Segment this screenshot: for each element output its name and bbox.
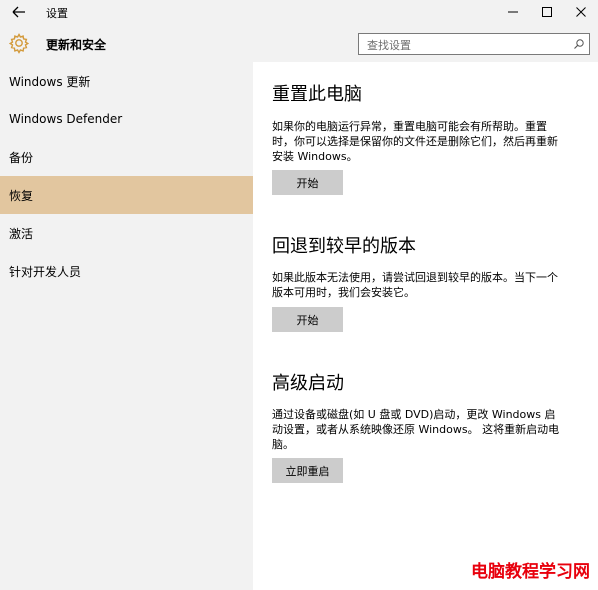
description-line: 脑。: [272, 438, 294, 451]
description-line: 通过设备或磁盘(如 U 盘或 DVD)启动，更改 Windows 启: [272, 408, 556, 421]
advanced-startup-heading: 高级启动: [272, 373, 344, 394]
back-arrow-icon: [12, 6, 25, 18]
restart-now-button[interactable]: 立即重启: [272, 458, 343, 483]
go-back-heading: 回退到较早的版本: [272, 236, 416, 257]
minimize-button[interactable]: [496, 0, 530, 24]
back-button[interactable]: [10, 3, 28, 21]
sidebar-item-label: 针对开发人员: [9, 264, 82, 279]
sidebar-item-label: 恢复: [9, 188, 34, 203]
main-content: 重置此电脑 如果你的电脑运行异常，重置电脑可能会有所帮助。重置 时，你可以选择是…: [253, 62, 598, 590]
sidebar-item-backup[interactable]: 备份: [0, 138, 253, 176]
sidebar-item-activation[interactable]: 激活: [0, 214, 253, 252]
search-input[interactable]: [359, 35, 559, 56]
sidebar-item-windows-update[interactable]: Windows 更新: [0, 62, 253, 100]
sidebar-item-label: Windows 更新: [9, 74, 91, 89]
reset-pc-heading: 重置此电脑: [272, 84, 362, 105]
description-line: 动设置，或者从系统映像还原 Windows。 这将重新启动电: [272, 423, 560, 436]
sidebar-item-label: 备份: [9, 150, 34, 165]
search-box[interactable]: [358, 33, 590, 56]
watermark: 电脑教程学习网: [471, 562, 590, 582]
close-icon: [576, 7, 586, 17]
description-line: 版本可用时，我们会安装它。: [272, 286, 415, 299]
search-icon[interactable]: [573, 38, 585, 50]
minimize-icon: [508, 11, 518, 13]
sidebar-item-label: Windows Defender: [9, 112, 123, 126]
sidebar-item-windows-defender[interactable]: Windows Defender: [0, 100, 253, 138]
advanced-startup-description: 通过设备或磁盘(如 U 盘或 DVD)启动，更改 Windows 启 动设置，或…: [272, 407, 585, 452]
go-back-description: 如果此版本无法使用，请尝试回退到较早的版本。当下一个 版本可用时，我们会安装它。: [272, 270, 585, 300]
sidebar: Windows 更新 Windows Defender 备份 恢复 激活 针对开…: [0, 62, 253, 590]
close-button[interactable]: [564, 0, 598, 24]
maximize-icon: [542, 7, 552, 17]
app-title: 设置: [46, 7, 68, 20]
maximize-button[interactable]: [530, 0, 564, 24]
go-back-start-button[interactable]: 开始: [272, 307, 343, 332]
reset-pc-start-button[interactable]: 开始: [272, 170, 343, 195]
description-line: 如果你的电脑运行异常，重置电脑可能会有所帮助。重置: [272, 120, 547, 133]
section-title: 更新和安全: [46, 38, 107, 52]
gear-icon: [8, 33, 30, 54]
reset-pc-description: 如果你的电脑运行异常，重置电脑可能会有所帮助。重置 时，你可以选择是保留你的文件…: [272, 119, 585, 164]
description-line: 安装 Windows。: [272, 150, 358, 163]
title-bar: 设置: [0, 0, 598, 24]
description-line: 时，你可以选择是保留你的文件还是删除它们，然后再重新: [272, 135, 558, 148]
header-bar: 更新和安全: [0, 24, 598, 62]
description-line: 如果此版本无法使用，请尝试回退到较早的版本。当下一个: [272, 271, 558, 284]
sidebar-item-for-developers[interactable]: 针对开发人员: [0, 252, 253, 290]
sidebar-item-recovery[interactable]: 恢复: [0, 176, 253, 214]
sidebar-item-label: 激活: [9, 226, 34, 241]
